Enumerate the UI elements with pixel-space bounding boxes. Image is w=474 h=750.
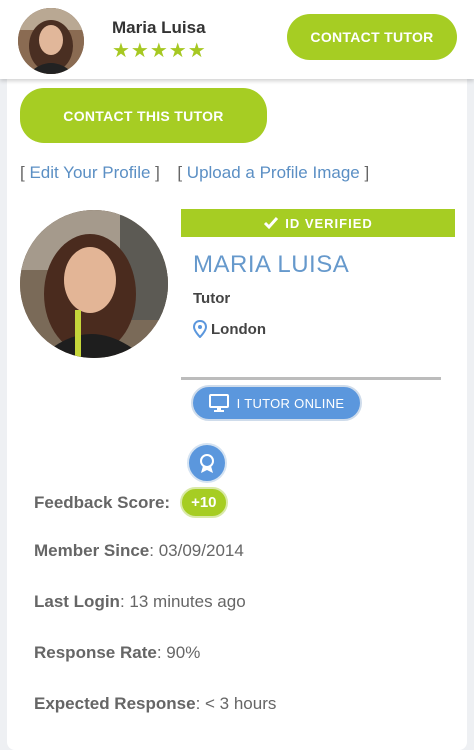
award-icon bbox=[187, 443, 227, 483]
response-rate: Response Rate: 90% bbox=[34, 643, 201, 662]
member-since-label: Member Since bbox=[34, 541, 150, 560]
tutor-online-label: I TUTOR ONLINE bbox=[236, 395, 345, 411]
location-pin-icon bbox=[193, 320, 207, 338]
edit-profile-link[interactable]: Edit Your Profile bbox=[29, 163, 150, 182]
feedback-score-value: +10 bbox=[180, 487, 228, 518]
divider bbox=[181, 377, 441, 380]
contact-tutor-button[interactable]: CONTACT TUTOR bbox=[287, 14, 457, 60]
feedback-score-label: Feedback Score bbox=[34, 492, 165, 512]
tutor-online-badge: I TUTOR ONLINE bbox=[191, 385, 362, 421]
upload-profile-image-link[interactable]: Upload a Profile Image bbox=[187, 163, 360, 182]
member-since: Member Since: 03/09/2014 bbox=[34, 541, 244, 560]
profile-links: [ Edit Your Profile ] [ Upload a Profile… bbox=[20, 163, 370, 182]
last-login-label: Last Login bbox=[34, 592, 120, 611]
profile-card: CONTACT THIS TUTOR [ Edit Your Profile ]… bbox=[7, 79, 467, 750]
id-verified-label: ID VERIFIED bbox=[285, 215, 373, 231]
tutor-role: Tutor bbox=[193, 290, 231, 307]
monitor-icon bbox=[208, 394, 229, 412]
expected-response-value: < 3 hours bbox=[205, 694, 277, 713]
check-icon bbox=[264, 217, 279, 230]
rating-stars-icon: ★★★★★ bbox=[112, 40, 207, 62]
expected-response: Expected Response: < 3 hours bbox=[34, 694, 277, 713]
header-name: Maria Luisa bbox=[112, 18, 206, 37]
location-label: London bbox=[211, 320, 266, 338]
profile-photo bbox=[20, 210, 168, 358]
tutor-name: MARIA LUISA bbox=[193, 251, 350, 278]
response-rate-label: Response Rate bbox=[34, 643, 157, 662]
member-since-value: 03/09/2014 bbox=[158, 541, 244, 560]
tutor-location: London bbox=[193, 320, 266, 338]
contact-this-tutor-button[interactable]: CONTACT THIS TUTOR bbox=[20, 88, 267, 143]
last-login-value: 13 minutes ago bbox=[129, 592, 246, 611]
feedback-score: Feedback Score: +10 bbox=[34, 487, 228, 518]
id-verified-badge: ID VERIFIED bbox=[181, 209, 455, 237]
last-login: Last Login: 13 minutes ago bbox=[34, 592, 246, 611]
sticky-header: Maria Luisa ★★★★★ CONTACT TUTOR bbox=[0, 0, 474, 79]
response-rate-value: 90% bbox=[166, 643, 201, 662]
expected-response-label: Expected Response bbox=[34, 694, 196, 713]
avatar-small[interactable] bbox=[18, 8, 84, 74]
